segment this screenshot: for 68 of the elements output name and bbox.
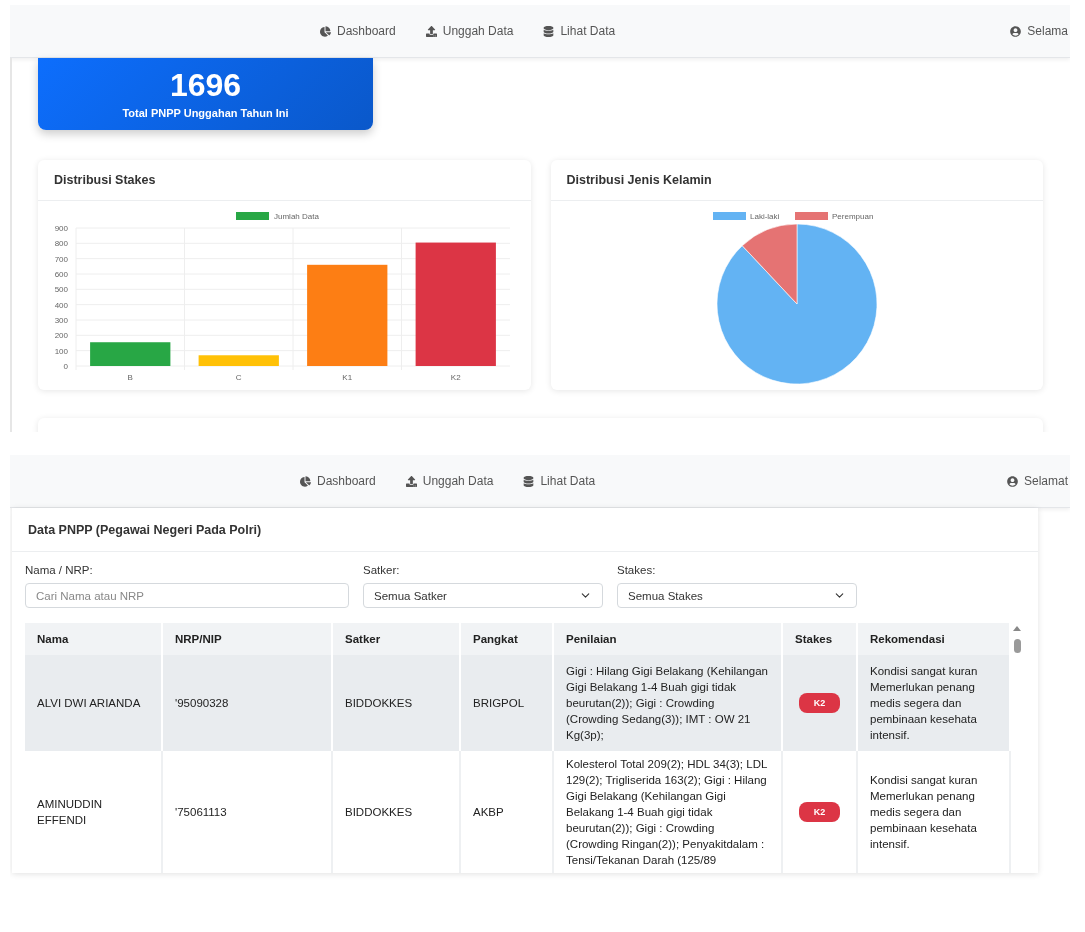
column-header: Pangkat <box>460 623 553 655</box>
user-icon <box>1006 475 1018 487</box>
search-field[interactable]: Cari Nama atau NRP <box>25 583 349 608</box>
field-label: Nama / NRP: <box>25 564 94 576</box>
x-tick-label: B <box>127 373 133 382</box>
x-tick-label: K2 <box>450 373 461 382</box>
x-tick-label: K1 <box>342 373 353 382</box>
dropdown[interactable]: Semua Satker <box>363 583 603 608</box>
y-tick-label: 800 <box>54 239 68 249</box>
table-cell: '75061113 <box>162 751 332 873</box>
column-header: Stakes <box>782 623 857 655</box>
column-header: NRP/NIP <box>162 623 332 655</box>
table-cell: Kolesterol Total 209(2); HDL 34(3); LDL 129(2); Trigliserida 163(2); Gigi : Hilang Gigi Belakang (Kehilangan Gigi Belakang 1-4 Buah gigi tidak beurutan(2)); Gigi : Crowding (Crowding Ringan(2)); Penyakitdalam : Tensi/Tekanan Darah (125/89 <box>553 751 782 873</box>
y-tick-label: 200 <box>54 331 68 341</box>
nav-link[interactable]: Lihat Data <box>523 474 596 488</box>
y-tick-label: 900 <box>54 224 68 233</box>
table-cell: '95090328 <box>162 655 332 751</box>
dropdown[interactable]: Semua Stakes <box>617 583 857 608</box>
table-cell: BIDDOKKES <box>332 655 460 751</box>
pie-chart-icon <box>300 475 311 487</box>
upload-icon <box>425 25 437 37</box>
table-cell: AKBP <box>460 751 553 873</box>
legend-label: Jumlah Data <box>274 212 320 221</box>
card-title: Distribusi Stakes <box>54 173 156 187</box>
column-header: Rekomendasi <box>857 623 1010 655</box>
user-menu[interactable]: Selamat <box>1006 474 1070 488</box>
column-header: Penilaian <box>553 623 782 655</box>
database-icon <box>543 25 555 37</box>
chart-legend-item: Perempuan <box>794 212 873 221</box>
y-tick-label: 0 <box>63 362 68 371</box>
nav-link[interactable]: Unggah Data <box>405 474 494 488</box>
column-header: Satker <box>332 623 460 655</box>
upload-icon <box>405 475 417 487</box>
chart-legend: Jumlah Data <box>236 212 319 221</box>
table-cell: ALVI DWI ARIANDA <box>25 655 162 751</box>
nav-link[interactable]: Dashboard <box>300 474 376 488</box>
table-cell: BRIGPOL <box>460 655 553 751</box>
table-cell: Kondisi sangat kuran Memerlukan penang medis segera dan pembinaan kesehata intensif. <box>857 655 1010 751</box>
column-header: Nama <box>25 623 162 655</box>
y-tick-label: 300 <box>54 316 68 325</box>
y-tick-label: 400 <box>54 300 68 310</box>
legend-label: Perempuan <box>831 212 873 221</box>
chart-legend-item: Laki-laki <box>712 212 779 221</box>
y-tick-label: 500 <box>54 285 68 295</box>
stakes-badge: K2 <box>798 802 841 822</box>
table-cell: Kondisi sangat kuran Memerlukan penang medis segera dan pembinaan kesehata intensif. <box>857 751 1010 873</box>
pie-chart-icon <box>320 25 331 37</box>
table-cell: BIDDOKKES <box>332 751 460 873</box>
card-title: Distribusi Jenis Kelamin <box>566 173 712 187</box>
nav-link[interactable]: Dashboard <box>320 24 396 38</box>
y-tick-label: 100 <box>54 346 68 356</box>
nav-link[interactable]: Lihat Data <box>543 24 616 38</box>
database-icon <box>523 475 535 487</box>
y-tick-label: 600 <box>54 270 68 279</box>
card-title: Data PNPP (Pegawai Negeri Pada Polri) <box>28 522 262 537</box>
nav-link[interactable]: Unggah Data <box>425 24 514 38</box>
y-tick-label: 700 <box>54 254 68 264</box>
field-label: Stakes: <box>617 564 657 576</box>
user-menu[interactable]: Selama <box>1010 24 1070 38</box>
table-cell: Gigi : Hilang Gigi Belakang (Kehilangan Gigi Belakang 1-4 Buah gigi tidak beurutan(2)); Gigi : Crowding (Crowding Sedang(3)); IMT : OW 21 Kg(3p); <box>553 655 782 751</box>
stat-value: 1696 <box>169 69 242 101</box>
legend-label: Laki-laki <box>749 212 780 221</box>
x-tick-label: C <box>235 373 242 382</box>
field-label: Satker: <box>363 564 401 576</box>
stat-label: Total PNPP Unggahan Tahun Ini <box>122 107 289 119</box>
stakes-badge: K2 <box>798 693 841 713</box>
table-cell: AMINUDDIN EFFENDI <box>25 751 162 873</box>
user-icon <box>1010 25 1022 37</box>
